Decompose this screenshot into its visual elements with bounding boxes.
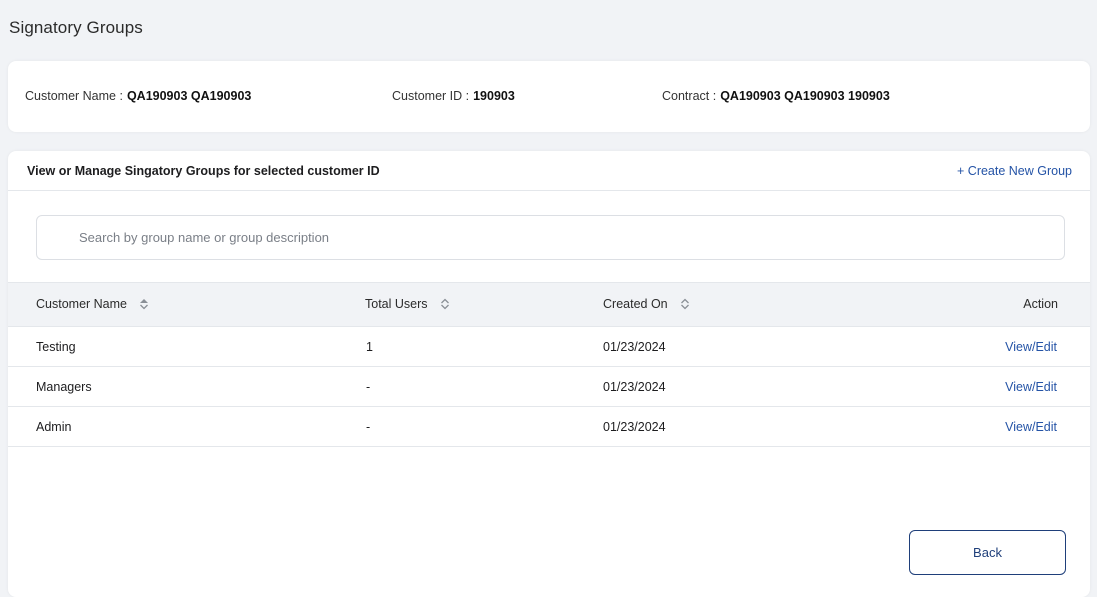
cell-created-on: 01/23/2024 — [603, 420, 666, 434]
cell-created-on: 01/23/2024 — [603, 340, 666, 354]
cell-total-users: 1 — [366, 340, 373, 354]
cell-created-on: 01/23/2024 — [603, 380, 666, 394]
cell-group-name: Testing — [36, 340, 76, 354]
card-heading: View or Manage Singatory Groups for sele… — [27, 163, 380, 178]
contract-value: QA190903 QA190903 190903 — [720, 89, 890, 103]
column-header-created-on[interactable]: Created On — [603, 297, 690, 311]
page-title: Signatory Groups — [9, 18, 143, 37]
customer-name-info: Customer Name : QA190903 QA190903 — [25, 89, 251, 103]
search-box[interactable] — [36, 215, 1065, 260]
column-header-total-users[interactable]: Total Users — [365, 297, 450, 311]
column-label: Created On — [603, 297, 668, 311]
customer-name-value: QA190903 QA190903 — [126, 89, 252, 103]
back-button[interactable]: Back — [909, 530, 1066, 575]
column-label: Customer Name — [36, 297, 127, 311]
sort-icon[interactable] — [680, 298, 690, 310]
cell-total-users: - — [366, 420, 371, 434]
column-label: Action — [1023, 297, 1058, 311]
customer-name-label: Customer Name : — [25, 89, 123, 103]
table-row: Managers - 01/23/2024 View/Edit — [8, 367, 1090, 407]
create-new-group-link[interactable]: + Create New Group — [957, 164, 1072, 178]
groups-table: Customer Name Total Users Created On Act… — [8, 282, 1090, 447]
contract-info: Contract : QA190903 QA190903 190903 — [662, 89, 890, 103]
view-edit-link[interactable]: View/Edit — [1005, 380, 1057, 394]
customer-id-value: 190903 — [473, 89, 515, 103]
customer-id-info: Customer ID :190903 — [392, 89, 515, 103]
search-input[interactable] — [79, 230, 1064, 245]
view-edit-link[interactable]: View/Edit — [1005, 420, 1057, 434]
cell-total-users: - — [366, 380, 371, 394]
table-row: Testing 1 01/23/2024 View/Edit — [8, 327, 1090, 367]
sort-active-icon[interactable] — [139, 298, 149, 310]
customer-id-label: Customer ID : — [392, 89, 470, 103]
column-header-action: Action — [1023, 297, 1058, 311]
column-label: Total Users — [365, 297, 428, 311]
column-header-customer-name[interactable]: Customer Name — [36, 297, 149, 311]
cell-group-name: Managers — [36, 380, 92, 394]
customer-info-card: Customer Name : QA190903 QA190903 Custome… — [8, 61, 1090, 132]
cell-group-name: Admin — [36, 420, 72, 434]
table-header: Customer Name Total Users Created On Act… — [8, 282, 1090, 327]
signatory-groups-card: View or Manage Singatory Groups for sele… — [8, 151, 1090, 597]
table-row: Admin - 01/23/2024 View/Edit — [8, 407, 1090, 447]
card-header: View or Manage Singatory Groups for sele… — [8, 151, 1090, 191]
sort-icon[interactable] — [440, 298, 450, 310]
contract-label: Contract : — [662, 89, 717, 103]
view-edit-link[interactable]: View/Edit — [1005, 340, 1057, 354]
